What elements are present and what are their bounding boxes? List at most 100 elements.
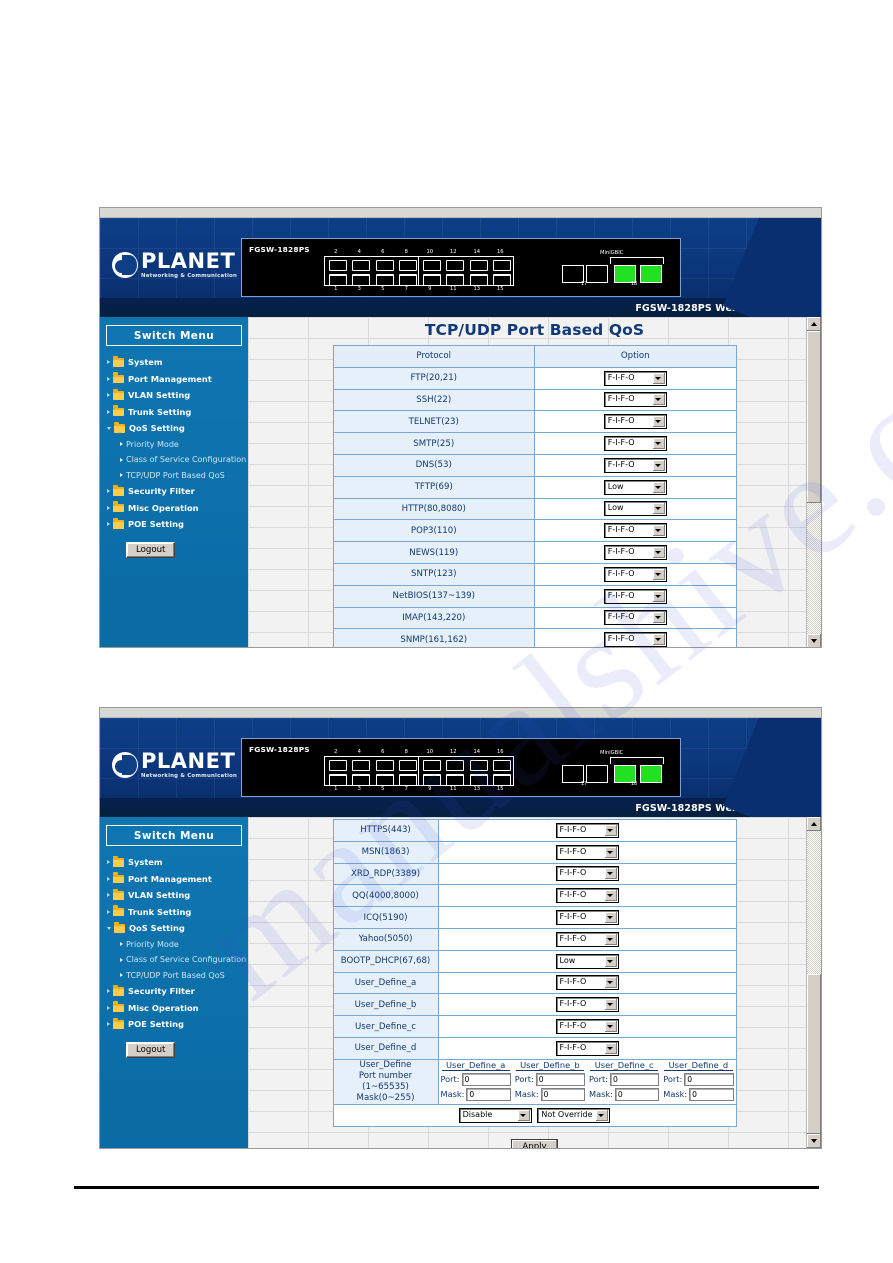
protocol-label: User_Define_d: [332, 1036, 439, 1060]
sidebar-item-security-filter[interactable]: Security Filter: [100, 483, 248, 500]
scroll-down-button[interactable]: [807, 634, 821, 647]
sidebar-item-vlan-setting[interactable]: VLAN Setting: [100, 887, 248, 904]
priority-select[interactable]: F-I-F-O: [603, 436, 667, 452]
user-define-b-mask-input[interactable]: 0: [540, 1087, 585, 1101]
sidebar-item-vlan-setting[interactable]: VLAN Setting: [100, 387, 248, 404]
priority-select[interactable]: F-I-F-O: [603, 588, 667, 604]
protocol-label: SSH(22): [332, 388, 535, 412]
scroll-down-button[interactable]: [807, 1134, 821, 1148]
sidebar-item-poe-setting[interactable]: POE Setting: [100, 516, 248, 533]
sidebar-item-misc-operation[interactable]: Misc Operation: [100, 1000, 248, 1017]
folder-icon: [113, 517, 124, 529]
priority-select[interactable]: F-I-F-O: [603, 632, 667, 647]
chevron-right-icon: [107, 505, 110, 510]
apply-button[interactable]: Apply: [511, 1138, 558, 1148]
port-label: Port:: [589, 1074, 608, 1085]
sidebar-item-label: Trunk Setting: [128, 906, 192, 917]
port-group-2: 10 12 14 16 9 11 13 15: [418, 749, 514, 793]
faceplate-model-label: FGSW-1828PS: [249, 245, 310, 254]
sidebar-subitem-priority-mode[interactable]: Priority Mode: [100, 437, 248, 453]
logout-button[interactable]: Logout: [126, 1041, 176, 1058]
priority-select[interactable]: F-I-F-O: [555, 822, 619, 838]
priority-select[interactable]: F-I-F-O: [603, 566, 667, 582]
priority-select[interactable]: F-I-F-O: [555, 1040, 619, 1056]
priority-select[interactable]: Low: [603, 479, 667, 495]
browser-chrome-strip: [100, 708, 821, 718]
folder-icon: [113, 405, 124, 416]
planet-logo: PLANET Networking & Communication: [112, 744, 244, 786]
priority-select[interactable]: F-I-F-O: [603, 610, 667, 626]
priority-select[interactable]: F-I-F-O: [555, 910, 619, 926]
user-define-a-mask-input[interactable]: 0: [466, 1087, 511, 1101]
user-define-c-mask-input[interactable]: 0: [614, 1087, 660, 1101]
table-row: SNTP(123) F-I-F-O: [332, 562, 737, 586]
sidebar-item-qos-setting[interactable]: QoS Setting: [100, 420, 248, 437]
sidebar-item-security-filter[interactable]: Security Filter: [100, 983, 248, 1000]
sidebar-item-trunk-setting[interactable]: Trunk Setting: [100, 904, 248, 921]
priority-select[interactable]: F-I-F-O: [555, 866, 619, 882]
scroll-up-button[interactable]: [807, 817, 821, 831]
enable-disable-select[interactable]: Disable: [458, 1107, 532, 1123]
sidebar-item-label: System: [128, 357, 163, 368]
user-define-d-mask-input[interactable]: 0: [689, 1087, 734, 1101]
priority-select[interactable]: F-I-F-O: [555, 888, 619, 904]
priority-select[interactable]: F-I-F-O: [603, 392, 667, 408]
user-define-c-port-input[interactable]: 0: [610, 1072, 660, 1086]
port-number: 4: [357, 749, 361, 755]
sidebar-item-qos-setting[interactable]: QoS Setting: [100, 920, 248, 937]
sidebar-item-trunk-setting[interactable]: Trunk Setting: [100, 404, 248, 421]
sidebar-subitem-priority-mode[interactable]: Priority Mode: [100, 937, 248, 953]
priority-select[interactable]: F-I-F-O: [603, 370, 667, 386]
gbic-port-number: 18: [630, 281, 638, 287]
logout-button[interactable]: Logout: [126, 541, 176, 558]
rj45-jack-icon: [419, 771, 443, 786]
sidebar-item-system[interactable]: System: [100, 354, 248, 371]
user-define-d-port-input[interactable]: 0: [684, 1072, 734, 1086]
table-row: ICQ(5190) F-I-F-O: [332, 906, 737, 929]
priority-select[interactable]: F-I-F-O: [603, 545, 667, 561]
brand-tagline: Networking & Communication: [141, 272, 238, 279]
priority-select[interactable]: F-I-F-O: [555, 931, 619, 947]
chevron-right-icon: [107, 409, 110, 414]
priority-select[interactable]: F-I-F-O: [555, 997, 619, 1013]
sidebar-subitem-class-of-service[interactable]: Class of Service Configuration: [100, 452, 248, 468]
priority-select[interactable]: F-I-F-O: [603, 457, 667, 473]
priority-select[interactable]: Low: [603, 501, 667, 517]
override-select[interactable]: Not Override: [537, 1107, 611, 1123]
rj45-jack-block: [324, 256, 420, 286]
user-define-b-port-input[interactable]: 0: [535, 1072, 585, 1086]
priority-select[interactable]: Low: [555, 953, 619, 969]
port-number: 8: [404, 249, 408, 255]
option-cell: F-I-F-O: [534, 519, 737, 543]
scroll-up-button[interactable]: [807, 317, 821, 331]
priority-select[interactable]: F-I-F-O: [603, 414, 667, 430]
sidebar-item-system[interactable]: System: [100, 854, 248, 871]
sidebar-header: Switch Menu: [106, 325, 242, 346]
folder-icon: [113, 372, 124, 383]
protocol-label: XRD_RDP(3389): [332, 862, 439, 886]
priority-select[interactable]: F-I-F-O: [555, 975, 619, 991]
priority-select[interactable]: F-I-F-O: [603, 523, 667, 539]
priority-select[interactable]: F-I-F-O: [555, 1019, 619, 1035]
device-faceplate: FGSW-1828PS 2 4 6 8 1 3 5 7 10 12 14 16 …: [241, 238, 681, 297]
port-number: 13: [473, 786, 481, 792]
sidebar-item-port-management[interactable]: Port Management: [100, 371, 248, 388]
sidebar-subitem-tcp-udp-port-based-qos[interactable]: TCP/UDP Port Based QoS: [100, 968, 248, 984]
scrollbar-thumb[interactable]: [807, 974, 821, 1134]
sidebar-subitem-class-of-service[interactable]: Class of Service Configuration: [100, 952, 248, 968]
sidebar-item-port-management[interactable]: Port Management: [100, 871, 248, 888]
port-number: 7: [404, 786, 408, 792]
vertical-scrollbar[interactable]: [806, 817, 821, 1148]
sidebar-subitem-label: TCP/UDP Port Based QoS: [126, 970, 225, 980]
sidebar-item-poe-setting[interactable]: POE Setting: [100, 1016, 248, 1033]
sidebar-subitem-tcp-udp-port-based-qos[interactable]: TCP/UDP Port Based QoS: [100, 468, 248, 484]
scrollbar-thumb[interactable]: [807, 331, 821, 503]
device-banner-title: FGSW-1828PS Web Smart Switch: [635, 803, 815, 814]
qos-table-top: Protocol Option FTP(20,21) F-I-F-O SSH(2…: [332, 345, 737, 647]
sidebar-item-misc-operation[interactable]: Misc Operation: [100, 500, 248, 517]
chevron-right-icon: [107, 1022, 110, 1027]
option-cell: Low: [534, 475, 737, 499]
vertical-scrollbar[interactable]: [806, 317, 821, 647]
priority-select[interactable]: F-I-F-O: [555, 844, 619, 860]
user-define-a-port-input[interactable]: 0: [461, 1072, 511, 1086]
